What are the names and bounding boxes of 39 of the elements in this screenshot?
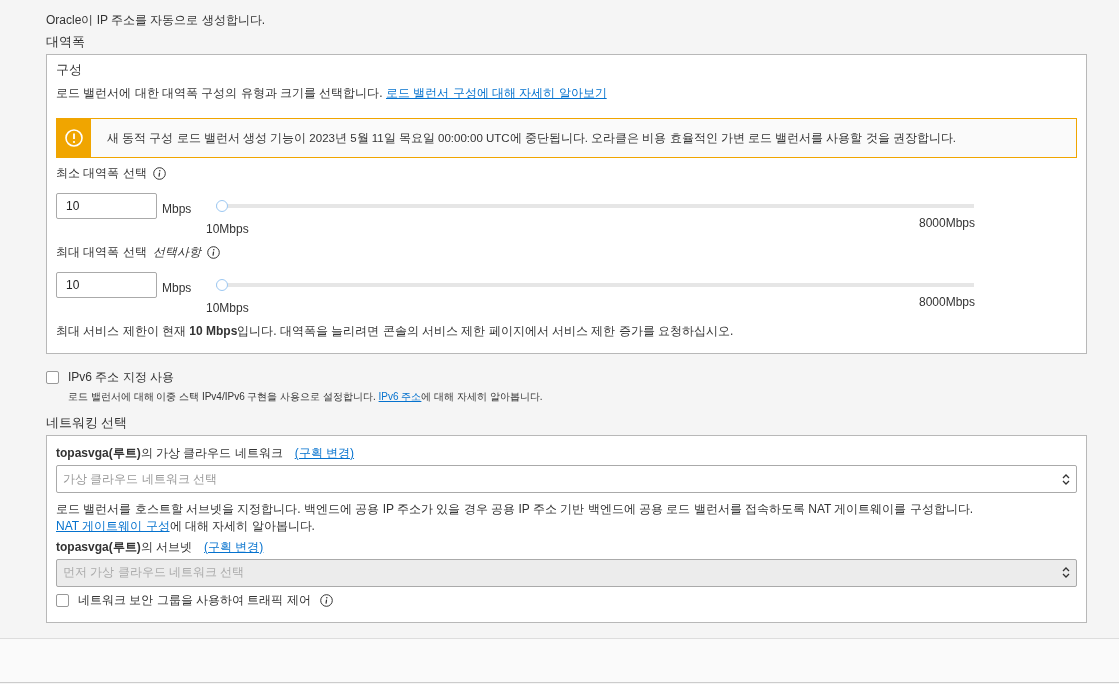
nat-gateway-link[interactable]: NAT 게이트웨이 구성	[56, 518, 170, 533]
field-label: 최소 대역폭 선택	[56, 166, 147, 181]
slider-max-label: 8000Mbps	[918, 216, 975, 232]
ipv6-description: 로드 밸런서에 대해 이중 스택 IPv4/IPv6 구현을 사용으로 설정합니다. IPv6 주소에 대해 자세히 알아봅니다.	[68, 390, 544, 404]
field-label: topasvga(루트)의 서브넷	[56, 539, 193, 555]
slider-thumb[interactable]	[216, 279, 228, 291]
checkbox[interactable]	[56, 593, 69, 607]
info-icon[interactable]	[319, 593, 333, 607]
select-field[interactable]: 가상 클라우드 네트워크 선택	[56, 465, 1077, 493]
warning-icon	[65, 129, 83, 147]
unit-label: Mbps	[162, 281, 193, 296]
slider-min-label: 10Mbps	[206, 301, 249, 316]
checkbox-label: IPv6 주소 지정 사용	[68, 370, 174, 385]
slider-max-label: 8000Mbps	[918, 295, 975, 311]
description-text: 로드 밸런서에 대한 대역폭 구성의 유형과 크기를 선택합니다. 로드 밸런서 구성에 대해 자세히 알아보기	[56, 86, 608, 101]
field-label: 최대 대역폭 선택	[56, 245, 147, 260]
intro-text: Oracle이 IP 주소를 자동으로 생성합니다.	[46, 12, 267, 28]
field-label: topasvga(루트)의 가상 클라우드 네트워크	[56, 446, 283, 461]
limit-note: 최대 서비스 제한이 현재 10 Mbps입니다. 대역폭을 늘리려면 콘솔의 서비스 제한 페이지에서 서비스 제한 증가를 요청하십시오.	[56, 324, 735, 339]
bandwidth-input[interactable]: 10	[56, 272, 157, 298]
info-icon[interactable]	[206, 246, 220, 259]
section-title: 네트워킹 선택	[46, 416, 129, 431]
checkbox-label: 네트워크 보안 그룹을 사용하여 트래픽 제어	[78, 592, 311, 608]
panel-heading: 구성	[56, 63, 83, 78]
section-title: 대역폭	[46, 35, 86, 50]
unit-label: Mbps	[162, 202, 193, 217]
chevron-icon	[1062, 566, 1070, 580]
ipv6-link[interactable]: IPv6 주소	[378, 391, 422, 402]
chevron-icon	[1062, 472, 1070, 486]
slider-thumb[interactable]	[216, 200, 228, 212]
help-text: 로드 밸런서를 호스트할 서브넷을 지정합니다. 백엔드에 공용 IP 주소가 있을 경우 공용 IP 주소 기반 백엔드에 공용 로드 밸런서를 접속하도록 NAT 게이트웨이를 구성합니다. NAT 게이트웨이 구성에 대해 자세히 알아봅니다.	[56, 501, 975, 535]
learn-more-link[interactable]: 로드 밸런서 구성에 대해 자세히 알아보기	[386, 86, 607, 100]
change-compartment-link[interactable]: (구획 변경)	[294, 446, 355, 461]
optional-label: 선택사항	[152, 245, 201, 260]
info-icon[interactable]	[152, 167, 166, 180]
slider-min-label: 10Mbps	[206, 222, 249, 237]
warning-text: 새 동적 구성 로드 밸런서 생성 기능이 2023년 5월 11일 목요일 00:00:00 UTC에 중단됩니다. 오라클은 비용 효율적인 가변 로드 밸런서를 사용할 것을 권장합니다.	[106, 130, 956, 146]
bandwidth-input[interactable]: 10	[56, 193, 157, 219]
checkbox[interactable]	[46, 371, 59, 384]
